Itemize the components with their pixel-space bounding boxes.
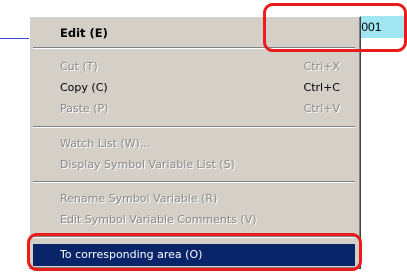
background-connector-line	[0, 38, 30, 39]
context-menu: Edit (E) Cut (T) Ctrl+X Copy (C) Ctrl+C …	[29, 16, 361, 269]
menu-item-shortcut: Ctrl+V	[303, 102, 340, 115]
menu-item-shortcut: Ctrl+C	[303, 81, 340, 94]
menu-item-label: Rename Symbol Variable (R)	[60, 192, 218, 205]
menu-item-label: Edit Symbol Variable Comments (V)	[60, 213, 257, 226]
annotation-ring-menu-item	[27, 233, 362, 271]
menu-item-label: Cut (T)	[60, 60, 98, 73]
menu-separator	[33, 126, 355, 128]
menu-item-label: Display Symbol Variable List (S)	[60, 158, 235, 171]
menu-item-watch-list[interactable]: Watch List (W)...	[30, 133, 358, 155]
menu-separator	[33, 181, 355, 183]
menu-item-cut[interactable]: Cut (T) Ctrl+X	[30, 56, 358, 78]
menu-item-display-symbol-variable-list[interactable]: Display Symbol Variable List (S)	[30, 154, 358, 176]
annotation-ring-label	[263, 3, 407, 52]
menu-item-label: Copy (C)	[60, 81, 108, 94]
menu-item-label: Paste (P)	[60, 102, 109, 115]
menu-item-label: Watch List (W)...	[60, 137, 151, 150]
menu-item-paste[interactable]: Paste (P) Ctrl+V	[30, 98, 358, 120]
menu-header-label: Edit (E)	[60, 26, 108, 40]
menu-item-copy[interactable]: Copy (C) Ctrl+C	[30, 77, 358, 99]
menu-item-shortcut: Ctrl+X	[303, 60, 340, 73]
menu-item-rename-symbol-variable[interactable]: Rename Symbol Variable (R)	[30, 188, 358, 210]
menu-item-edit-symbol-variable-comments[interactable]: Edit Symbol Variable Comments (V)	[30, 209, 358, 231]
